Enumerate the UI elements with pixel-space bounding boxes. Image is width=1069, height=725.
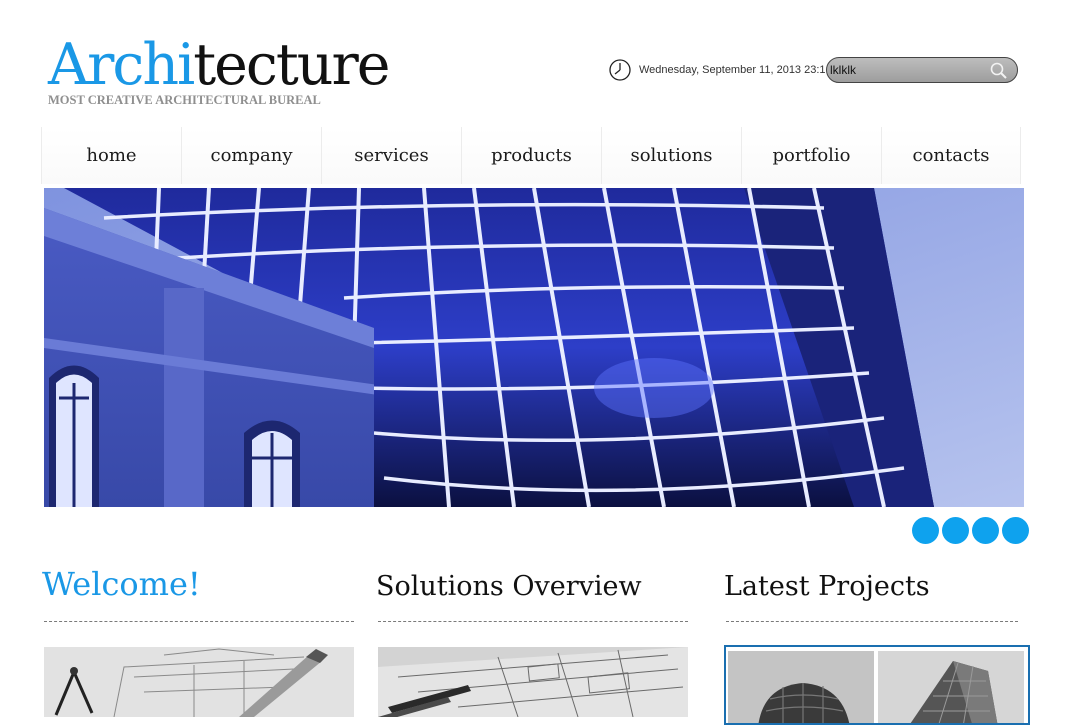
nav-item-portfolio[interactable]: portfolio [741, 127, 881, 184]
project-thumbnail-1[interactable] [728, 651, 874, 723]
logo-highlight: Archi [48, 32, 195, 98]
slider-pagination [912, 517, 1029, 544]
nav-item-services[interactable]: services [321, 127, 461, 184]
solutions-image [378, 647, 688, 717]
solutions-divider [378, 621, 688, 622]
solutions-heading: Solutions Overview [376, 571, 642, 602]
search-box [826, 57, 1018, 83]
nav-item-solutions[interactable]: solutions [601, 127, 741, 184]
projects-divider [726, 621, 1018, 622]
slider-dot-3[interactable] [972, 517, 999, 544]
latest-projects-gallery [724, 645, 1030, 725]
search-icon[interactable] [989, 61, 1009, 81]
slider-dot-4[interactable] [1002, 517, 1029, 544]
site-logo[interactable]: Architecture [48, 30, 390, 100]
main-nav: home company services products solutions… [41, 127, 1021, 184]
welcome-heading: Welcome! [42, 565, 201, 603]
nav-item-home[interactable]: home [41, 127, 181, 184]
hero-slider-image [44, 188, 1024, 507]
logo-rest: tecture [193, 32, 390, 98]
current-datetime: Wednesday, September 11, 2013 23:1 [639, 64, 826, 76]
projects-heading: Latest Projects [724, 571, 930, 602]
welcome-divider [44, 621, 354, 622]
welcome-image [44, 647, 354, 717]
nav-item-company[interactable]: company [181, 127, 321, 184]
project-thumbnail-2[interactable] [878, 651, 1024, 723]
clock-icon [609, 59, 631, 81]
site-tagline: MOST CREATIVE ARCHITECTURAL BUREAL [48, 93, 321, 107]
slider-dot-2[interactable] [942, 517, 969, 544]
search-input[interactable] [830, 61, 980, 79]
nav-item-products[interactable]: products [461, 127, 601, 184]
slider-dot-1[interactable] [912, 517, 939, 544]
nav-item-contacts[interactable]: contacts [881, 127, 1021, 184]
